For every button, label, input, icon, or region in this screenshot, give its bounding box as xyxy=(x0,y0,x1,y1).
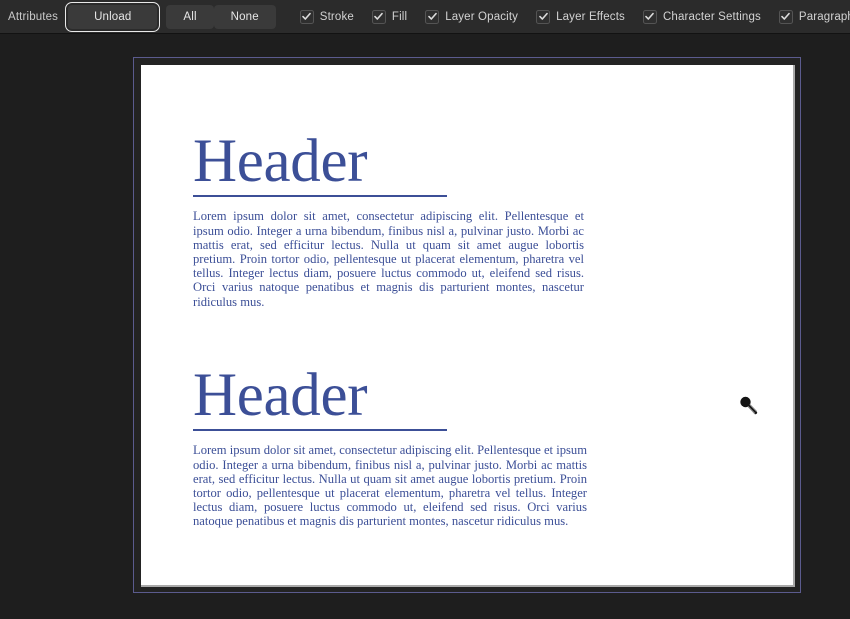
heading-underline-rule xyxy=(193,194,447,198)
select-none-button[interactable]: None xyxy=(213,4,276,29)
checkbox-label: Character Settings xyxy=(662,10,761,23)
document-block[interactable]: Header Lorem ipsum dolor sit amet, conse… xyxy=(193,365,587,529)
document-page[interactable]: Header Lorem ipsum dolor sit amet, conse… xyxy=(141,65,793,585)
checkmark-icon xyxy=(299,9,314,24)
checkmark-icon xyxy=(425,9,440,24)
checkbox-label: Fill xyxy=(391,10,408,23)
checkmark-icon xyxy=(536,9,551,24)
checkbox-label: Paragraph Settings xyxy=(798,10,850,23)
attributes-toolbar: Attributes Unload All None Stroke Fill L… xyxy=(0,0,850,34)
select-all-button[interactable]: All xyxy=(166,4,214,29)
checkbox-stroke[interactable]: Stroke xyxy=(299,9,354,24)
heading-underline-rule xyxy=(193,428,447,432)
checkbox-label: Layer Effects xyxy=(556,10,625,23)
page-frame: Header Lorem ipsum dolor sit amet, conse… xyxy=(141,65,795,587)
document-heading[interactable]: Header xyxy=(193,365,368,426)
checkbox-label: Stroke xyxy=(319,10,354,23)
unload-button[interactable]: Unload xyxy=(68,4,158,29)
unload-button-focus-ring: Unload xyxy=(65,1,161,32)
checkbox-layer-effects[interactable]: Layer Effects xyxy=(536,9,625,24)
attribute-checkbox-group: Stroke Fill Layer Opacity Layer Effects xyxy=(299,9,850,24)
canvas-workspace[interactable]: Header Lorem ipsum dolor sit amet, conse… xyxy=(0,35,850,619)
checkmark-icon xyxy=(778,9,793,24)
document-heading[interactable]: Header xyxy=(193,131,368,192)
checkmark-icon xyxy=(642,9,657,24)
checkbox-label: Layer Opacity xyxy=(445,10,519,23)
checkmark-icon xyxy=(371,9,386,24)
document-paragraph[interactable]: Lorem ipsum dolor sit amet, consectetur … xyxy=(193,209,584,308)
artboard-selection-outline[interactable]: Header Lorem ipsum dolor sit amet, conse… xyxy=(133,57,801,593)
document-block[interactable]: Header Lorem ipsum dolor sit amet, conse… xyxy=(193,131,586,309)
checkbox-layer-opacity[interactable]: Layer Opacity xyxy=(425,9,519,24)
checkbox-character-settings[interactable]: Character Settings xyxy=(642,9,761,24)
checkbox-fill[interactable]: Fill xyxy=(371,9,408,24)
document-paragraph[interactable]: Lorem ipsum dolor sit amet, consectetur … xyxy=(193,443,587,528)
attributes-label: Attributes xyxy=(8,10,59,23)
checkbox-paragraph-settings[interactable]: Paragraph Settings xyxy=(778,9,850,24)
